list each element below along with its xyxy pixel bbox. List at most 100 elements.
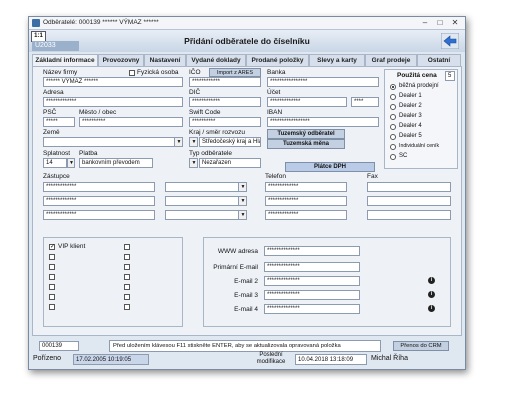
flag-checkbox[interactable] bbox=[124, 294, 130, 300]
info-icon[interactable]: i bbox=[428, 277, 435, 284]
price-group: Použitá cena 5 běžná prodejní Dealer 1 D… bbox=[384, 69, 458, 169]
phone-field[interactable]: ************* bbox=[265, 196, 347, 206]
tab-provozovny[interactable]: Provozovny bbox=[98, 54, 144, 66]
price-option-label: SC bbox=[399, 153, 408, 159]
back-arrow-icon[interactable] bbox=[441, 33, 459, 49]
ico-field[interactable]: ************ bbox=[189, 77, 261, 87]
tab-vydane-doklady[interactable]: Vydané doklady bbox=[186, 54, 246, 66]
representative-select[interactable]: ▼ bbox=[165, 196, 247, 206]
customer-type-field[interactable]: Nezařazen bbox=[199, 158, 261, 168]
client-flags-group: ✓ VIP klient bbox=[43, 237, 183, 327]
flag-checkbox[interactable] bbox=[49, 284, 55, 290]
email4-field[interactable]: ************** bbox=[264, 304, 360, 314]
bank-field[interactable]: **************** bbox=[267, 77, 379, 87]
vip-client-checkbox[interactable]: ✓ bbox=[49, 244, 55, 250]
chevron-down-icon: ▼ bbox=[238, 183, 246, 191]
swift-label: Swift Code bbox=[189, 109, 221, 116]
fax-field[interactable] bbox=[367, 182, 451, 192]
price-radio-individual[interactable] bbox=[390, 144, 396, 150]
tab-ostatni[interactable]: Ostatní bbox=[417, 54, 461, 66]
phone-field[interactable]: ************* bbox=[265, 182, 347, 192]
dic-field[interactable]: ************ bbox=[189, 97, 261, 107]
swift-field[interactable]: ********** bbox=[189, 117, 261, 127]
price-radio-dealer5[interactable] bbox=[390, 134, 396, 140]
due-days-dropdown[interactable]: ▼ bbox=[67, 158, 75, 168]
representative-select[interactable]: ▼ bbox=[165, 210, 247, 220]
natural-person-label: Fyzická osoba bbox=[137, 69, 179, 76]
vat-payer-button[interactable]: Plátce DPH bbox=[285, 162, 375, 172]
chevron-down-icon: ▼ bbox=[238, 211, 246, 219]
price-group-title: Použitá cena bbox=[397, 72, 437, 79]
country-select[interactable]: ▼ bbox=[43, 137, 183, 147]
price-radio-dealer1[interactable] bbox=[390, 94, 396, 100]
maximize-icon[interactable]: □ bbox=[434, 18, 446, 27]
region-field[interactable]: Středočeský kraj a Hlavní bbox=[199, 137, 261, 147]
company-name-field[interactable]: ****** VÝMAZ ****** bbox=[43, 77, 183, 87]
created-datetime: 17.02.2005 10:19:05 bbox=[73, 354, 149, 365]
price-radio-dealer3[interactable] bbox=[390, 114, 396, 120]
domestic-currency-button[interactable]: Tuzemská měna bbox=[267, 139, 345, 149]
close-icon[interactable]: ✕ bbox=[449, 18, 461, 27]
price-radio-sc[interactable] bbox=[390, 154, 396, 160]
tab-bar: Základní informace Provozovny Nastavení … bbox=[29, 54, 465, 67]
import-ares-button[interactable]: Import z ARES bbox=[209, 68, 261, 77]
flag-checkbox[interactable] bbox=[49, 254, 55, 260]
natural-person-checkbox[interactable] bbox=[129, 70, 135, 76]
transfer-to-crm-button[interactable]: Přenos do CRM bbox=[393, 341, 449, 351]
flag-checkbox[interactable] bbox=[124, 304, 130, 310]
region-dropdown-button[interactable]: ▼ bbox=[189, 137, 198, 147]
representative-field[interactable]: ************* bbox=[43, 196, 155, 206]
iban-field[interactable]: ***************** bbox=[267, 117, 379, 127]
city-field[interactable]: ********** bbox=[79, 117, 183, 127]
phone-field[interactable]: ************* bbox=[265, 210, 347, 220]
customer-type-dropdown[interactable]: ▼ bbox=[189, 158, 198, 168]
price-option-label: Individuální ceník bbox=[399, 143, 440, 149]
payment-field[interactable]: bankovním převodem bbox=[79, 158, 153, 168]
chevron-down-icon: ▼ bbox=[190, 159, 197, 167]
flag-checkbox[interactable] bbox=[49, 294, 55, 300]
modified-datetime: 10.04.2018 13:18:09 bbox=[295, 354, 367, 365]
address-field[interactable]: ************* bbox=[43, 97, 183, 107]
fax-field[interactable] bbox=[367, 196, 451, 206]
price-radio-dealer4[interactable] bbox=[390, 124, 396, 130]
email4-label: E-mail 4 bbox=[234, 306, 258, 313]
account-field[interactable]: ************* bbox=[267, 97, 347, 107]
representative-field[interactable]: ************* bbox=[43, 182, 155, 192]
price-option-label: běžná prodejní bbox=[399, 83, 439, 89]
tab-nastaveni[interactable]: Nastavení bbox=[144, 54, 186, 66]
flag-checkbox[interactable] bbox=[124, 264, 130, 270]
domestic-customer-button[interactable]: Tuzemský odběratel bbox=[267, 129, 345, 139]
flag-checkbox[interactable] bbox=[124, 244, 130, 250]
flag-checkbox[interactable] bbox=[124, 274, 130, 280]
footer: 000139 Před uložením klávesou F11 stiskn… bbox=[29, 338, 465, 369]
flag-checkbox[interactable] bbox=[49, 264, 55, 270]
www-label: WWW adresa bbox=[217, 248, 258, 255]
created-label: Pořízeno bbox=[33, 355, 62, 362]
representative-select[interactable]: ▼ bbox=[165, 182, 247, 192]
modified-by: Michal Říha bbox=[371, 355, 408, 362]
www-field[interactable]: ************** bbox=[264, 246, 360, 256]
info-icon[interactable]: i bbox=[428, 291, 435, 298]
price-radio-bezna[interactable] bbox=[390, 84, 396, 90]
price-option-label: Dealer 1 bbox=[399, 93, 422, 99]
email3-field[interactable]: ************** bbox=[264, 290, 360, 300]
fax-field[interactable] bbox=[367, 210, 451, 220]
tab-slevy-a-karty[interactable]: Slevy a karty bbox=[309, 54, 365, 66]
price-radio-dealer2[interactable] bbox=[390, 104, 396, 110]
zip-field[interactable]: ***** bbox=[43, 117, 75, 127]
price-option-label: Dealer 4 bbox=[399, 123, 422, 129]
bank-code-field[interactable]: **** bbox=[351, 97, 379, 107]
flag-checkbox[interactable] bbox=[49, 304, 55, 310]
email2-field[interactable]: ************** bbox=[264, 276, 360, 286]
representative-field[interactable]: ************* bbox=[43, 210, 155, 220]
info-icon[interactable]: i bbox=[428, 305, 435, 312]
flag-checkbox[interactable] bbox=[124, 284, 130, 290]
tab-graf-prodeje[interactable]: Graf prodeje bbox=[365, 54, 417, 66]
tab-prodane-polozky[interactable]: Prodané položky bbox=[246, 54, 309, 66]
minimize-icon[interactable]: – bbox=[419, 18, 431, 27]
modified-label: Poslední modifikace bbox=[256, 352, 286, 365]
due-days-field[interactable]: 14 bbox=[43, 158, 67, 168]
primary-email-field[interactable]: ************** bbox=[264, 262, 360, 272]
flag-checkbox[interactable] bbox=[49, 274, 55, 280]
flag-checkbox[interactable] bbox=[124, 254, 130, 260]
